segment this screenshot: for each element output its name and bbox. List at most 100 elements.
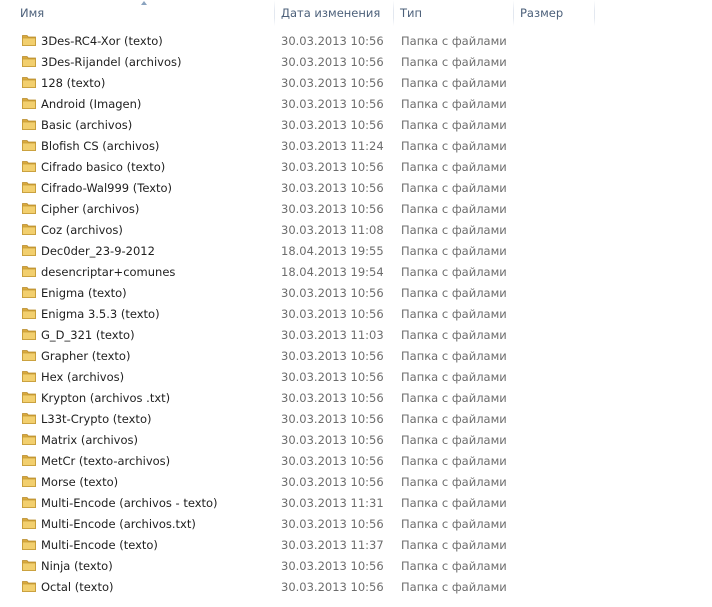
column-header-size[interactable]: Размер [514,0,595,26]
folder-type: Папка с файлами [401,139,507,153]
folder-icon [22,118,36,130]
folder-name: Enigma (texto) [41,286,127,300]
folder-icon [22,181,36,193]
folder-icon [22,76,36,88]
folder-name: Cipher (archivos) [41,202,140,216]
folder-modified-date: 30.03.2013 11:31 [281,496,384,510]
folder-icon [22,202,36,214]
folder-type: Папка с файлами [401,181,507,195]
folder-type: Папка с файлами [401,286,507,300]
folder-icon [22,370,36,382]
column-header-bar: Имя Дата изменения Тип Размер [0,0,712,26]
folder-icon [22,97,36,109]
file-list-row[interactable]: Dec0der_23-9-2012 18.04.2013 19:55 Папка с… [0,240,712,261]
file-list-row[interactable]: Krypton (archivos .txt) 30.03.2013 10:56 П… [0,387,712,408]
folder-modified-date: 30.03.2013 10:56 [281,34,384,48]
folder-modified-date: 30.03.2013 10:56 [281,97,384,111]
file-list-row[interactable]: Basic (archivos) 30.03.2013 10:56 Папка с … [0,114,712,135]
folder-type: Папка с файлами [401,349,507,363]
folder-icon [22,307,36,319]
folder-type: Папка с файлами [401,160,507,174]
file-list-row[interactable]: 128 (texto) 30.03.2013 10:56 Папка с файла… [0,72,712,93]
file-list-row[interactable]: Morse (texto) 30.03.2013 10:56 Папка с фай… [0,471,712,492]
folder-icon [22,160,36,172]
file-list-row[interactable]: Cifrado basico (texto) 30.03.2013 10:56 Па… [0,156,712,177]
file-list-row[interactable]: MetCr (texto-archivos) 30.03.2013 10:56 Па… [0,450,712,471]
folder-icon [22,433,36,445]
folder-name: Krypton (archivos .txt) [41,391,171,405]
column-header-name-label: Имя [20,6,45,20]
folder-modified-date: 30.03.2013 10:56 [281,433,384,447]
file-list-row[interactable]: G_D_321 (texto) 30.03.2013 11:03 Папка с ф… [0,324,712,345]
folder-modified-date: 30.03.2013 10:56 [281,160,384,174]
folder-name: Coz (archivos) [41,223,123,237]
folder-modified-date: 30.03.2013 11:24 [281,139,384,153]
folder-name: Multi-Encode (texto) [41,538,158,552]
folder-name: Multi-Encode (archivos.txt) [41,517,196,531]
folder-type: Папка с файлами [401,97,507,111]
file-list-row[interactable]: Enigma (texto) 30.03.2013 10:56 Папка с фа… [0,282,712,303]
folder-name: Dec0der_23-9-2012 [41,244,155,258]
folder-type: Папка с файлами [401,244,507,258]
folder-icon [22,475,36,487]
file-list-row[interactable]: Multi-Encode (archivos - texto) 30.03.201… [0,492,712,513]
folder-modified-date: 30.03.2013 10:56 [281,580,384,594]
folder-name: Cifrado-Wal999 (Texto) [41,181,173,195]
file-list-row[interactable]: Blofish CS (archivos) 30.03.2013 11:24 Пап… [0,135,712,156]
folder-name: MetCr (texto-archivos) [41,454,171,468]
folder-icon [22,454,36,466]
sort-ascending-icon [141,1,147,5]
file-list-row[interactable]: Hex (archivos) 30.03.2013 10:56 Папка с фа… [0,366,712,387]
folder-type: Папка с файлами [401,328,507,342]
folder-type: Папка с файлами [401,433,507,447]
folder-modified-date: 18.04.2013 19:55 [281,244,384,258]
file-list-row[interactable]: desencriptar+comunes 18.04.2013 19:54 Папк… [0,261,712,282]
file-list-row[interactable]: Coz (archivos) 30.03.2013 11:08 Папка с фа… [0,219,712,240]
folder-modified-date: 30.03.2013 10:56 [281,391,384,405]
file-list-row[interactable]: Multi-Encode (texto) 30.03.2013 11:37 Папк… [0,534,712,555]
column-header-size-label: Размер [520,6,564,20]
folder-icon [22,349,36,361]
folder-modified-date: 30.03.2013 10:56 [281,559,384,573]
file-list-row[interactable]: Cifrado-Wal999 (Texto) 30.03.2013 10:56 Па… [0,177,712,198]
folder-type: Папка с файлами [401,118,507,132]
folder-modified-date: 30.03.2013 10:56 [281,76,384,90]
folder-icon [22,391,36,403]
file-list-row[interactable]: Grapher (texto) 30.03.2013 10:56 Папка с ф… [0,345,712,366]
folder-type: Папка с файлами [401,538,507,552]
folder-type: Папка с файлами [401,454,507,468]
file-list-row[interactable]: Android (Imagen) 30.03.2013 10:56 Папка с … [0,93,712,114]
folder-modified-date: 30.03.2013 10:56 [281,307,384,321]
folder-modified-date: 18.04.2013 19:54 [281,265,384,279]
file-list-row[interactable]: Multi-Encode (archivos.txt) 30.03.2013 10… [0,513,712,534]
column-header-type[interactable]: Тип [394,0,514,26]
folder-name: Ninja (texto) [41,559,113,573]
folder-name: Android (Imagen) [41,97,142,111]
file-list-row[interactable]: Matrix (archivos) 30.03.2013 10:56 Папка с… [0,429,712,450]
folder-name: Morse (texto) [41,475,119,489]
file-list-row[interactable]: L33t-Crypto (texto) 30.03.2013 10:56 Папка… [0,408,712,429]
file-list-row[interactable]: 3Des-Rijandel (archivos) 30.03.2013 10:56… [0,51,712,72]
file-list-row[interactable]: Octal (texto) 30.03.2013 10:56 Папка с фай… [0,576,712,597]
folder-type: Папка с файлами [401,412,507,426]
folder-name: Grapher (texto) [41,349,131,363]
folder-type: Папка с файлами [401,559,507,573]
column-header-modified-label: Дата изменения [281,6,381,20]
folder-modified-date: 30.03.2013 10:56 [281,517,384,531]
folder-icon [22,496,36,508]
folder-modified-date: 30.03.2013 10:56 [281,286,384,300]
folder-name: Cifrado basico (texto) [41,160,166,174]
folder-name: Octal (texto) [41,580,114,594]
file-list-row[interactable]: Cipher (archivos) 30.03.2013 10:56 Папка с… [0,198,712,219]
folder-icon [22,580,36,592]
folder-type: Папка с файлами [401,496,507,510]
folder-type: Папка с файлами [401,580,507,594]
file-list-row[interactable]: 3Des-RC4-Xor (texto) 30.03.2013 10:56 Папк… [0,30,712,51]
folder-type: Папка с файлами [401,202,507,216]
folder-type: Папка с файлами [401,307,507,321]
file-list-row[interactable]: Enigma 3.5.3 (texto) 30.03.2013 10:56 Папк… [0,303,712,324]
folder-icon [22,223,36,235]
file-list-row[interactable]: Ninja (texto) 30.03.2013 10:56 Папка с фай… [0,555,712,576]
column-header-modified[interactable]: Дата изменения [275,0,394,26]
column-divider[interactable] [594,0,595,26]
